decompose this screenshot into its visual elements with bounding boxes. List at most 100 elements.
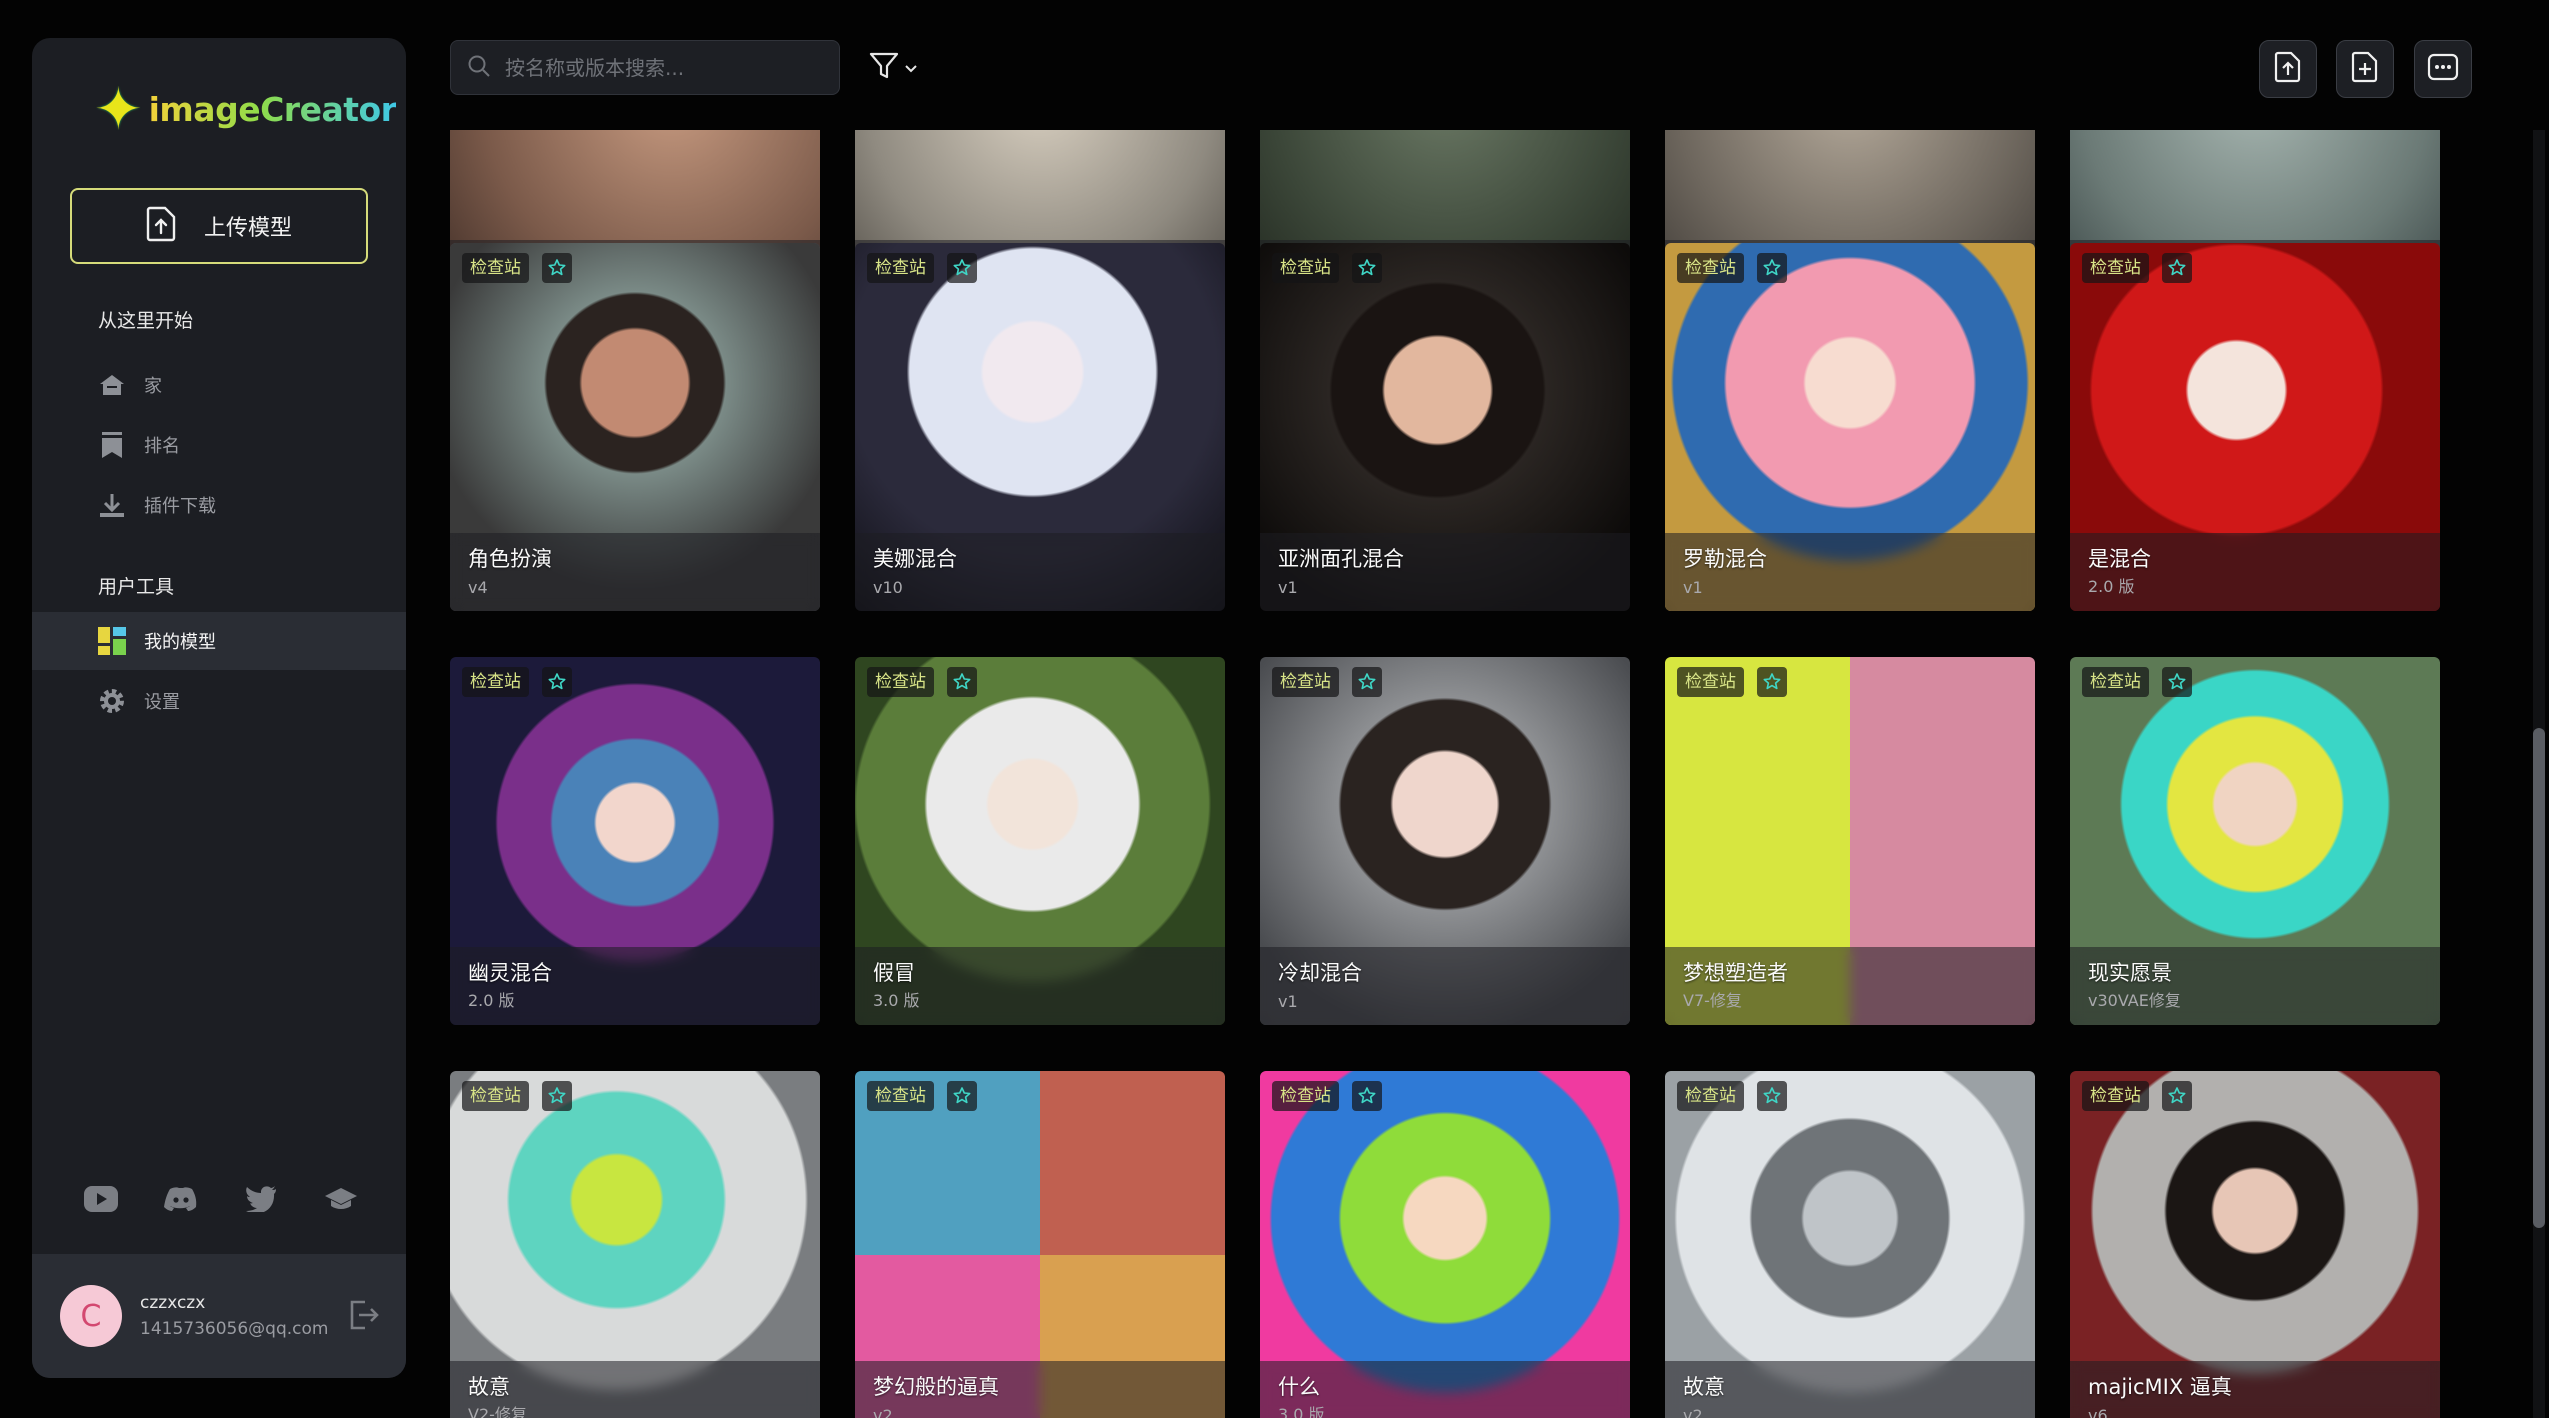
user-profile: C czzxczx 1415736056@qq.com bbox=[32, 1254, 406, 1378]
model-card[interactable]: 检查站亚洲面孔混合 v1 bbox=[1260, 243, 1630, 611]
model-version: v10 bbox=[873, 578, 903, 597]
model-card[interactable]: 检查站 幽灵混合 2.0 版 bbox=[450, 657, 820, 1025]
checkpoint-tag: 检查站 bbox=[1272, 1081, 1339, 1111]
logout-icon[interactable] bbox=[346, 1298, 382, 1334]
model-name: 罗勒混合 bbox=[1683, 547, 1767, 571]
sidebar-item-ranking[interactable]: 排名 bbox=[32, 416, 406, 474]
featured-icon bbox=[947, 253, 977, 283]
upload-model-label: 上传模型 bbox=[203, 216, 292, 241]
model-version: 3.0 版 bbox=[873, 991, 920, 1010]
youtube-icon[interactable] bbox=[80, 1184, 122, 1214]
filter-icon bbox=[868, 50, 900, 86]
search-icon bbox=[467, 54, 491, 82]
checkpoint-tag: 检查站 bbox=[867, 1081, 934, 1111]
app-window: ✦ imageCreator 上传模型 从这里开始 家 排名 插件下载 用户工具… bbox=[0, 0, 2549, 1418]
featured-icon bbox=[1352, 253, 1382, 283]
checkpoint-tag: 检查站 bbox=[1272, 253, 1339, 283]
model-version: v30VAE修复 bbox=[2088, 991, 2181, 1010]
model-name: 现实愿景 bbox=[2088, 961, 2172, 985]
gear-icon bbox=[98, 687, 126, 715]
model-card[interactable]: 检查站 majicMIX 逼真 v6 bbox=[2070, 1071, 2440, 1418]
featured-icon bbox=[542, 667, 572, 697]
model-name: 角色扮演 bbox=[468, 547, 552, 571]
model-card[interactable]: 检查站 冷却混合 v1 bbox=[1260, 657, 1630, 1025]
model-card[interactable]: 检查站 假冒 3.0 版 bbox=[855, 657, 1225, 1025]
model-card[interactable]: 检查站现实愿景 v30VAE修复 bbox=[2070, 657, 2440, 1025]
sidebar-item-settings[interactable]: 设置 bbox=[32, 672, 406, 730]
filter-dropdown[interactable] bbox=[868, 46, 930, 90]
checkpoint-tag: 检查站 bbox=[1677, 667, 1744, 697]
model-card[interactable]: 检查站 梦想塑造者 V7-修复 bbox=[1665, 657, 2035, 1025]
sidebar-item-my-models[interactable]: 我的模型 bbox=[32, 612, 406, 670]
model-card[interactable]: 检查站美娜混合 v10 bbox=[855, 243, 1225, 611]
model-card[interactable]: 检查站 是混合 2.0 版 bbox=[2070, 243, 2440, 611]
sidebar-item-home[interactable]: 家 bbox=[32, 356, 406, 414]
sidebar: ✦ imageCreator 上传模型 从这里开始 家 排名 插件下载 用户工具… bbox=[32, 38, 406, 1378]
featured-icon bbox=[2162, 1081, 2192, 1111]
model-grid: 少女氛围1.1 版墨心v1电影维维亚3现实愿景3.0 版墨朋克扩散v2检查站角色… bbox=[450, 130, 2450, 1418]
featured-icon bbox=[1757, 1081, 1787, 1111]
avatar[interactable]: C bbox=[60, 1285, 122, 1347]
section-title-tools: 用户工具 bbox=[98, 576, 175, 598]
featured-icon bbox=[542, 253, 572, 283]
sidebar-item-label: 排名 bbox=[144, 436, 180, 457]
model-name: 美娜混合 bbox=[873, 547, 957, 571]
featured-icon bbox=[542, 1081, 572, 1111]
checkpoint-tag: 检查站 bbox=[462, 667, 529, 697]
download-icon bbox=[98, 491, 126, 519]
checkpoint-tag: 检查站 bbox=[2082, 667, 2149, 697]
search-input[interactable] bbox=[505, 55, 825, 80]
model-card[interactable]: 检查站故意 v2 bbox=[1665, 1071, 2035, 1418]
upload-model-button[interactable]: 上传模型 bbox=[70, 188, 368, 264]
model-card[interactable]: 检查站 罗勒混合 v1 bbox=[1665, 243, 2035, 611]
twitter-icon[interactable] bbox=[240, 1184, 282, 1214]
model-card[interactable]: 检查站梦幻般的逼真 v2 bbox=[855, 1071, 1225, 1418]
brand-name: imageCreator bbox=[148, 89, 397, 129]
upload-file-button[interactable] bbox=[2259, 40, 2317, 98]
checkpoint-tag: 检查站 bbox=[1272, 667, 1339, 697]
checkpoint-tag: 检查站 bbox=[2082, 1081, 2149, 1111]
scrollbar-thumb[interactable] bbox=[2533, 728, 2545, 1228]
model-version: v1 bbox=[1278, 578, 1298, 597]
sidebar-item-label: 家 bbox=[144, 376, 162, 397]
file-plus-icon bbox=[2351, 51, 2379, 87]
model-version: v2 bbox=[873, 1406, 893, 1418]
discord-icon[interactable] bbox=[160, 1184, 202, 1214]
sidebar-item-plugin-download[interactable]: 插件下载 bbox=[32, 476, 406, 534]
checkpoint-tag: 检查站 bbox=[1677, 1081, 1744, 1111]
social-links bbox=[80, 1184, 362, 1214]
checkpoint-tag: 检查站 bbox=[462, 253, 529, 283]
user-email: 1415736056@qq.com bbox=[140, 1319, 329, 1339]
model-version: v2 bbox=[1683, 1406, 1703, 1418]
model-card[interactable]: 检查站 角色扮演 v4 bbox=[450, 243, 820, 611]
model-name: 幽灵混合 bbox=[468, 961, 552, 985]
model-version: v1 bbox=[1683, 578, 1703, 597]
logo-star-icon: ✦ bbox=[94, 75, 143, 143]
model-name: majicMIX 逼真 bbox=[2088, 1375, 2232, 1399]
featured-icon bbox=[1352, 1081, 1382, 1111]
model-card[interactable]: 检查站什么 3.0 版 bbox=[1260, 1071, 1630, 1418]
model-version: V2-修复 bbox=[468, 1405, 527, 1418]
sidebar-item-label: 我的模型 bbox=[144, 632, 216, 653]
model-version: 2.0 版 bbox=[2088, 577, 2135, 596]
brand-logo[interactable]: ✦ imageCreator bbox=[94, 75, 397, 143]
featured-icon bbox=[1757, 667, 1787, 697]
more-options-button[interactable] bbox=[2414, 40, 2472, 98]
model-version: 3.0 版 bbox=[1278, 1405, 1325, 1418]
add-file-button[interactable] bbox=[2336, 40, 2394, 98]
sidebar-item-label: 插件下载 bbox=[144, 496, 216, 517]
featured-icon bbox=[1757, 253, 1787, 283]
model-version: v6 bbox=[2088, 1406, 2108, 1418]
model-name: 冷却混合 bbox=[1278, 961, 1362, 985]
sidebar-item-label: 设置 bbox=[144, 692, 180, 713]
model-name: 什么 bbox=[1278, 1375, 1320, 1399]
featured-icon bbox=[947, 1081, 977, 1111]
model-name: 故意 bbox=[1683, 1375, 1725, 1399]
checkpoint-tag: 检查站 bbox=[462, 1081, 529, 1111]
checkpoint-tag: 检查站 bbox=[867, 253, 934, 283]
learn-icon[interactable] bbox=[320, 1184, 362, 1214]
model-name: 梦想塑造者 bbox=[1683, 961, 1788, 985]
model-name: 梦幻般的逼真 bbox=[873, 1375, 999, 1399]
model-name: 亚洲面孔混合 bbox=[1278, 547, 1404, 571]
model-card[interactable]: 检查站 故意 V2-修复 bbox=[450, 1071, 820, 1418]
